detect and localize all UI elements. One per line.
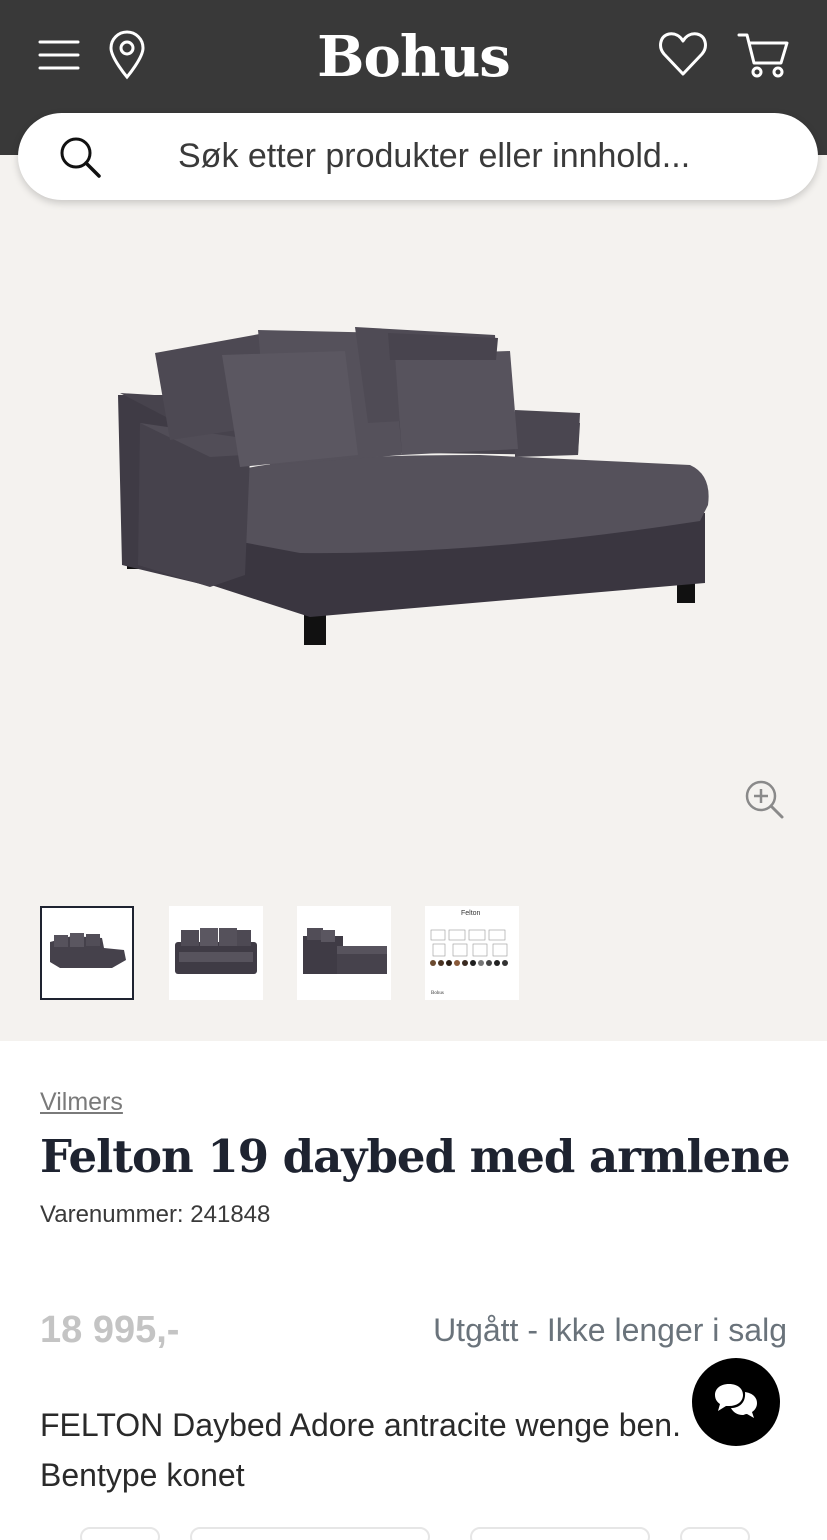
search-bar (18, 113, 818, 200)
zoom-in-icon[interactable] (742, 777, 786, 821)
bottom-button-partial (80, 1527, 160, 1540)
brand-link[interactable]: Vilmers (40, 1088, 123, 1117)
bottom-button-partial (190, 1527, 430, 1540)
chat-button[interactable] (692, 1358, 780, 1446)
product-gallery: Felton Bohus (0, 155, 827, 1041)
product-description: FELTON Daybed Adore antracite wenge ben.… (40, 1407, 681, 1493)
thumb-daybed-angle[interactable] (40, 906, 134, 1000)
product-price: 18 995,- (40, 1309, 180, 1351)
chat-bubbles-icon (713, 1380, 759, 1425)
spec-sheet-title: Felton (461, 910, 481, 917)
thumb-daybed-side[interactable] (297, 906, 391, 1000)
thumb-spec-sheet[interactable]: Felton Bohus (425, 906, 519, 1000)
spec-sheet-brand: Bohus (431, 991, 444, 996)
thumb-daybed-front[interactable] (169, 906, 263, 1000)
product-main-image[interactable] (0, 155, 827, 855)
heart-icon[interactable] (658, 30, 708, 78)
bottom-button-partial (680, 1527, 750, 1540)
product-title: Felton 19 daybed med armlene (40, 1130, 791, 1183)
cart-icon[interactable] (736, 30, 790, 80)
availability-status: Utgått - Ikke lenger i salg (433, 1312, 787, 1348)
search-input[interactable] (178, 131, 778, 181)
bottom-button-partial (470, 1527, 650, 1540)
search-icon[interactable] (58, 135, 102, 179)
product-sku: Varenummer: 241848 (40, 1201, 271, 1228)
